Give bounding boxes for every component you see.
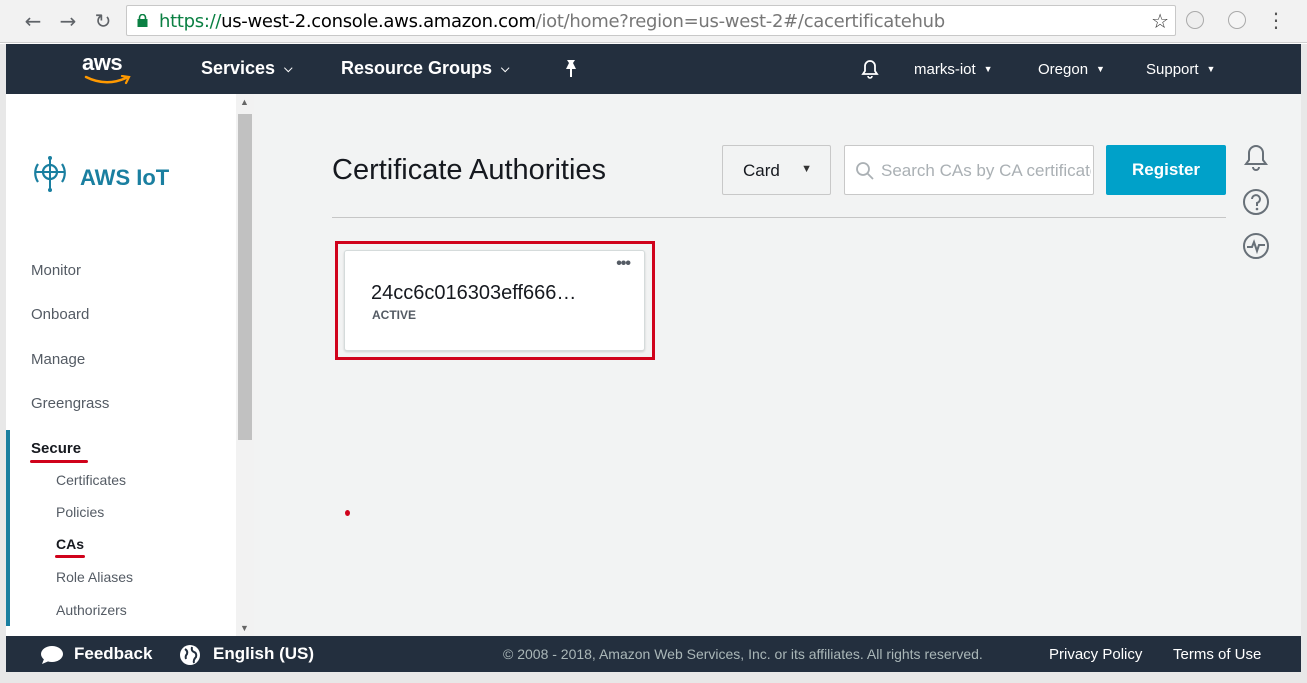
search-icon	[856, 162, 874, 180]
card-menu-icon[interactable]: •••	[616, 255, 631, 273]
sidebar-item-secure[interactable]: Secure	[31, 440, 81, 457]
sidebar: AWS IoT Monitor Onboard Manage Greengras…	[6, 94, 236, 636]
privacy-policy-link[interactable]: Privacy Policy	[1049, 646, 1142, 663]
help-icon[interactable]	[1242, 188, 1270, 216]
sidebar-subitem-certificates[interactable]: Certificates	[56, 472, 126, 488]
sidebar-subitem-policies[interactable]: Policies	[56, 504, 104, 520]
services-menu[interactable]: Services ⌵	[201, 58, 292, 79]
window-frame	[1301, 44, 1307, 683]
sidebar-subitem-authorizers[interactable]: Authorizers	[56, 602, 127, 618]
language-selector[interactable]: English (US)	[213, 644, 314, 664]
address-bar[interactable]: https://us-west-2.console.aws.amazon.com…	[126, 5, 1176, 36]
caret-down-icon: ▼	[801, 163, 812, 175]
reload-icon[interactable]: ↻	[90, 8, 116, 34]
annotation-dot	[345, 510, 350, 516]
active-section-indicator	[6, 430, 10, 626]
feedback-icon	[41, 646, 63, 664]
header-divider	[332, 217, 1226, 218]
extension-icon[interactable]	[1186, 11, 1204, 29]
window-frame	[0, 672, 1307, 683]
notifications-bell-icon[interactable]	[1242, 142, 1270, 172]
terms-of-use-link[interactable]: Terms of Use	[1173, 646, 1261, 663]
ca-card-name[interactable]: 24cc6c016303eff666…	[371, 282, 576, 305]
main-content: Certificate Authorities Card ▼ Register …	[254, 94, 1301, 636]
annotation-underline	[30, 460, 88, 463]
search-box[interactable]	[844, 145, 1094, 195]
help-panel-icons	[1242, 142, 1272, 276]
sidebar-subitem-cas[interactable]: CAs	[56, 536, 84, 552]
lock-icon	[137, 14, 148, 27]
sidebar-scrollbar[interactable]: ▲ ▼	[236, 94, 254, 636]
register-button[interactable]: Register	[1106, 145, 1226, 195]
aws-top-nav: aws Services ⌵ Resource Groups ⌵ marks-iot…	[6, 44, 1301, 94]
copyright-text: © 2008 - 2018, Amazon Web Services, Inc.…	[503, 646, 983, 662]
resource-groups-menu[interactable]: Resource Groups ⌵	[341, 58, 509, 79]
support-menu[interactable]: Support ▼	[1146, 61, 1215, 78]
view-mode-select[interactable]: Card ▼	[722, 145, 831, 195]
annotation-underline	[55, 555, 85, 558]
sidebar-item-manage[interactable]: Manage	[31, 351, 85, 368]
aws-iot-logo-icon	[34, 156, 66, 192]
scrollbar-thumb[interactable]	[238, 114, 252, 440]
page-title: Certificate Authorities	[332, 154, 607, 186]
feedback-link[interactable]: Feedback	[74, 644, 152, 664]
back-icon[interactable]: ←	[20, 8, 46, 34]
browser-toolbar: ← → ↻ https://us-west-2.console.aws.amaz…	[0, 0, 1307, 43]
footer: Feedback English (US) © 2008 - 2018, Ama…	[6, 636, 1301, 672]
region-menu[interactable]: Oregon ▼	[1038, 61, 1105, 78]
activity-icon[interactable]	[1242, 232, 1270, 260]
menu-icon[interactable]: ⋮	[1266, 8, 1286, 32]
scroll-down-icon[interactable]: ▼	[240, 623, 249, 633]
extension-icon[interactable]	[1228, 11, 1246, 29]
scroll-up-icon[interactable]: ▲	[240, 97, 249, 107]
aws-logo[interactable]: aws	[82, 50, 134, 86]
sidebar-item-monitor[interactable]: Monitor	[31, 262, 81, 279]
search-input[interactable]	[881, 158, 1091, 184]
pin-icon[interactable]	[562, 59, 580, 79]
ca-card[interactable]: ••• 24cc6c016303eff666… ACTIVE	[344, 250, 645, 351]
globe-icon	[180, 645, 200, 665]
aws-smile-icon	[84, 75, 131, 85]
star-icon[interactable]: ☆	[1151, 9, 1169, 33]
forward-icon[interactable]: →	[55, 8, 81, 34]
sidebar-item-greengrass[interactable]: Greengrass	[31, 395, 109, 412]
url-text: https://us-west-2.console.aws.amazon.com…	[159, 11, 945, 32]
service-title[interactable]: AWS IoT	[80, 165, 169, 191]
sidebar-item-onboard[interactable]: Onboard	[31, 306, 89, 323]
sidebar-subitem-role-aliases[interactable]: Role Aliases	[56, 569, 133, 585]
ca-card-status: ACTIVE	[372, 308, 417, 322]
account-menu[interactable]: marks-iot ▼	[914, 61, 993, 78]
notifications-bell-icon[interactable]	[859, 58, 881, 80]
